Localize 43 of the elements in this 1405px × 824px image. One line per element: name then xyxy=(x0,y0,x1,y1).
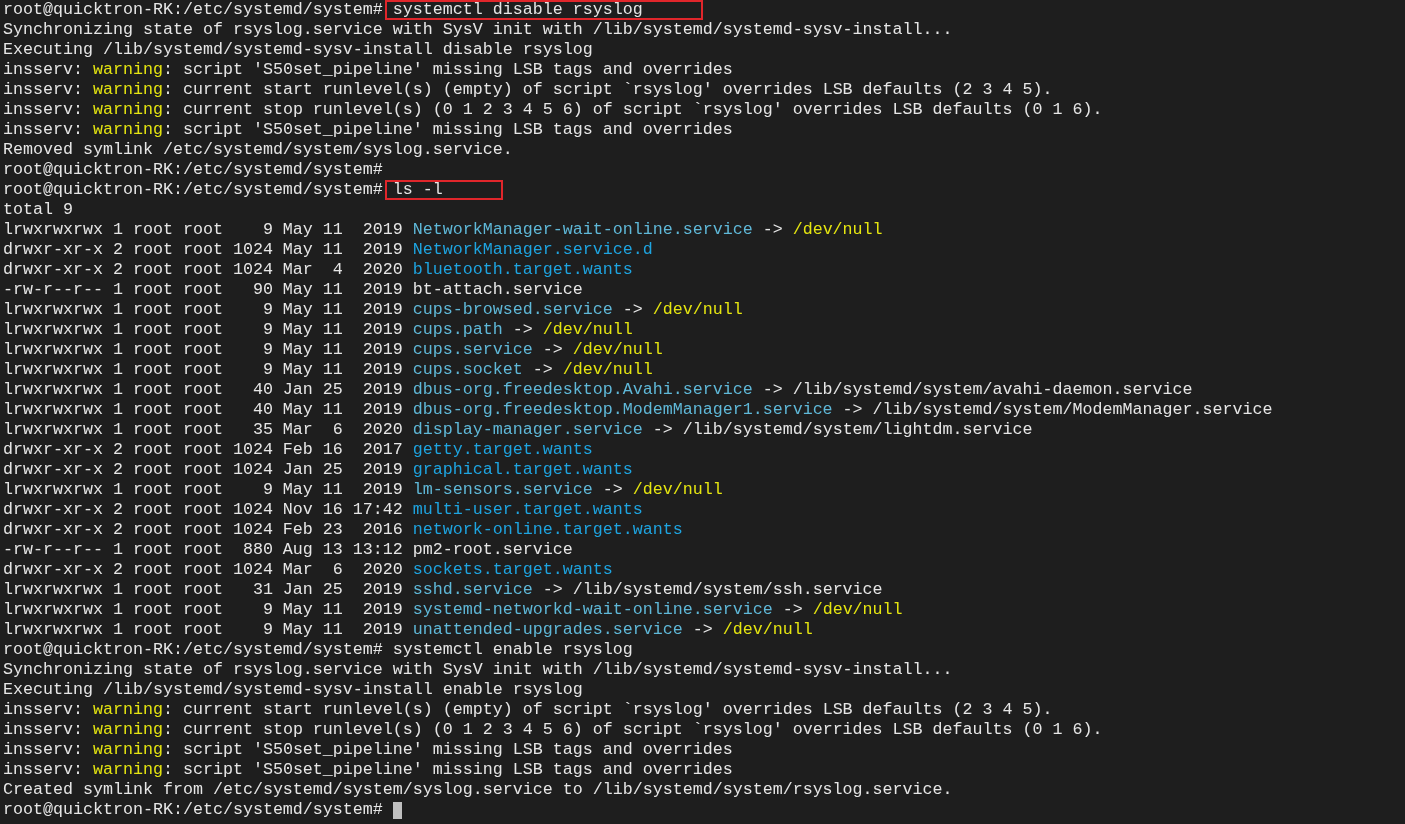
terminal-line: drwxr-xr-x 2 root root 1024 Feb 23 2016 network-online.target.wants xyxy=(3,520,683,540)
terminal-line: lrwxrwxrwx 1 root root 31 Jan 25 2019 sshd.service -> /lib/systemd/system/ssh.service xyxy=(3,580,883,600)
terminal-line: insserv: warning: script 'S50set_pipeline' missing LSB tags and overrides xyxy=(3,760,733,780)
terminal-line: drwxr-xr-x 2 root root 1024 Jan 25 2019 graphical.target.wants xyxy=(3,460,633,480)
terminal-line: drwxr-xr-x 2 root root 1024 Feb 16 2017 getty.target.wants xyxy=(3,440,593,460)
terminal-line: lrwxrwxrwx 1 root root 9 May 11 2019 lm-sensors.service -> /dev/null xyxy=(3,480,723,500)
terminal-line: Removed symlink /etc/systemd/system/syslog.service. xyxy=(3,140,513,160)
terminal-line: insserv: warning: current stop runlevel(s) (0 1 2 3 4 5 6) of script `rsyslog' overrides LSB defaults (0 1 6). xyxy=(3,720,1103,740)
terminal-line: drwxr-xr-x 2 root root 1024 Nov 16 17:42 multi-user.target.wants xyxy=(3,500,643,520)
terminal-line: -rw-r--r-- 1 root root 90 May 11 2019 bt-attach.service xyxy=(3,280,583,300)
terminal-line: lrwxrwxrwx 1 root root 9 May 11 2019 unattended-upgrades.service -> /dev/null xyxy=(3,620,813,640)
terminal-line: insserv: warning: current start runlevel(s) (empty) of script `rsyslog' overrides LSB defaults (2 3 4 5). xyxy=(3,80,1053,100)
terminal-line: lrwxrwxrwx 1 root root 9 May 11 2019 cups.path -> /dev/null xyxy=(3,320,633,340)
shell-prompt: root@quicktron-RK:/etc/systemd/system# xyxy=(3,0,384,20)
terminal-line: lrwxrwxrwx 1 root root 9 May 11 2019 systemd-networkd-wait-online.service -> /dev/null xyxy=(3,600,903,620)
terminal-line: lrwxrwxrwx 1 root root 35 Mar 6 2020 display-manager.service -> /lib/systemd/system/lightdm.service xyxy=(3,420,1033,440)
terminal-line: drwxr-xr-x 2 root root 1024 May 11 2019 NetworkManager.service.d xyxy=(3,240,653,260)
terminal-line: lrwxrwxrwx 1 root root 9 May 11 2019 cups.service -> /dev/null xyxy=(3,340,663,360)
terminal-line: insserv: warning: script 'S50set_pipeline' missing LSB tags and overrides xyxy=(3,60,733,80)
shell-prompt: root@quicktron-RK:/etc/systemd/system# xyxy=(3,180,384,200)
terminal-line: total 9 xyxy=(3,200,73,220)
terminal-line: drwxr-xr-x 2 root root 1024 Mar 4 2020 bluetooth.target.wants xyxy=(3,260,633,280)
terminal-line: lrwxrwxrwx 1 root root 9 May 11 2019 NetworkManager-wait-online.service -> /dev/null xyxy=(3,220,883,240)
terminal-line: lrwxrwxrwx 1 root root 40 Jan 25 2019 dbus-org.freedesktop.Avahi.service -> /lib/systemd/system/avahi-daemon.service xyxy=(3,380,1193,400)
terminal-line: Created symlink from /etc/systemd/system/syslog.service to /lib/systemd/system/rsyslog.service. xyxy=(3,780,953,800)
terminal-line: insserv: warning: current start runlevel(s) (empty) of script `rsyslog' overrides LSB defaults (2 3 4 5). xyxy=(3,700,1053,720)
terminal-line: Executing /lib/systemd/systemd-sysv-install disable rsyslog xyxy=(3,40,593,60)
terminal-line: insserv: warning: script 'S50set_pipeline' missing LSB tags and overrides xyxy=(3,740,733,760)
terminal-line: drwxr-xr-x 2 root root 1024 Mar 6 2020 sockets.target.wants xyxy=(3,560,613,580)
terminal-line: lrwxrwxrwx 1 root root 9 May 11 2019 cups-browsed.service -> /dev/null xyxy=(3,300,743,320)
terminal-line: insserv: warning: script 'S50set_pipeline' missing LSB tags and overrides xyxy=(3,120,733,140)
terminal-line: root@quicktron-RK:/etc/systemd/system# xyxy=(3,160,383,180)
terminal-line: Synchronizing state of rsyslog.service with SysV init with /lib/systemd/systemd-sysv-install... xyxy=(3,20,953,40)
terminal-line: insserv: warning: current stop runlevel(s) (0 1 2 3 4 5 6) of script `rsyslog' overrides LSB defaults (0 1 6). xyxy=(3,100,1103,120)
terminal-line: -rw-r--r-- 1 root root 880 Aug 13 13:12 pm2-root.service xyxy=(3,540,573,560)
terminal-line: Executing /lib/systemd/systemd-sysv-install enable rsyslog xyxy=(3,680,583,700)
terminal-line: lrwxrwxrwx 1 root root 9 May 11 2019 cups.socket -> /dev/null xyxy=(3,360,653,380)
terminal-line: root@quicktron-RK:/etc/systemd/system# xyxy=(3,800,384,820)
terminal-line: lrwxrwxrwx 1 root root 40 May 11 2019 dbus-org.freedesktop.ModemManager1.service -> /lib/systemd/system/ModemManager.service xyxy=(3,400,1273,420)
terminal-line: root@quicktron-RK:/etc/systemd/system# systemctl enable rsyslog xyxy=(3,640,633,660)
terminal-line: Synchronizing state of rsyslog.service with SysV init with /lib/systemd/systemd-sysv-install... xyxy=(3,660,953,680)
highlighted-command: systemctl disable rsyslog xyxy=(384,0,703,20)
highlighted-command: ls -l xyxy=(384,180,503,200)
